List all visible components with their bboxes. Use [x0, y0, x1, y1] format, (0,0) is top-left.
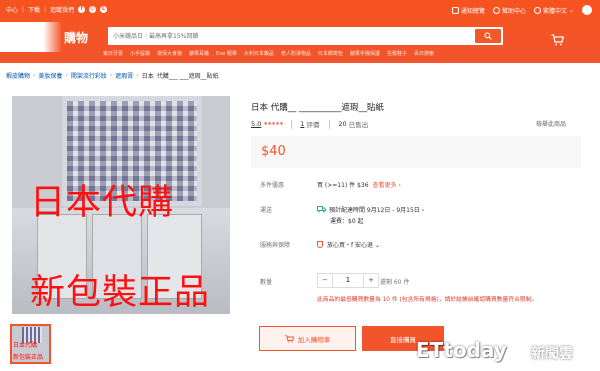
product-stats: 5.0 ★★★★★ 1 評價 20 已售出	[251, 119, 378, 129]
sold-count: 20	[338, 120, 347, 128]
facebook-icon[interactable]: f	[78, 6, 86, 13]
price-section: $40	[251, 136, 581, 168]
search-button[interactable]	[475, 29, 501, 43]
breadcrumb-item[interactable]: 遮瑕膏	[115, 71, 133, 80]
chevron-right-icon: ›	[109, 72, 113, 79]
stock-remaining: 還剩 60 件	[380, 279, 410, 286]
help-center-label: 幫助中心	[501, 7, 526, 15]
quantity-input[interactable]: 1	[333, 273, 363, 288]
topbar-link-center[interactable]: 中心	[6, 5, 18, 14]
hotword[interactable]: Eve 輕單	[216, 50, 237, 57]
service-label: 服務與保障	[260, 242, 291, 249]
hotword[interactable]: 老人防滑物品	[281, 50, 311, 57]
thumbnail-text: 日本代購	[13, 342, 38, 349]
quantity-stepper: − 1 +	[317, 273, 379, 288]
top-navbar: 中心 | 下載 | 追蹤我們 f ◎ L 通知總覽 幫助中心 繁體中文 ⌄	[0, 3, 600, 17]
promo-label: 多件優惠	[260, 182, 285, 189]
add-to-cart-label: 加入購物車	[297, 335, 331, 344]
hotword[interactable]: 環保大食物	[157, 50, 182, 57]
divider	[291, 119, 293, 129]
thumbnail-text: 新包裝正品	[13, 354, 44, 361]
line-icon[interactable]: L	[100, 6, 108, 13]
breadcrumb: 蝦皮購物 › 美妝保養 › 開架流行彩妝 › 遮瑕膏 › 日本 代購___ __…	[6, 71, 219, 80]
image-overlay-text: 新包裝正品	[30, 273, 211, 313]
product-main-image[interactable]: 日本代購 新包裝正品	[12, 96, 230, 314]
search-input[interactable]	[113, 30, 483, 42]
avatar[interactable]	[582, 5, 592, 15]
divider	[329, 119, 331, 129]
chevron-right-icon: ›	[65, 72, 68, 79]
site-logo[interactable]: 購物	[64, 29, 88, 46]
notifications-link[interactable]: 通知總覽	[451, 6, 485, 15]
hotword[interactable]: 東日牙膏	[103, 50, 123, 57]
hotword[interactable]: 蘋果手機保護	[350, 50, 380, 57]
review-label: 評價	[306, 121, 320, 129]
product-title: 日本 代購__ __________遮瑕__貼紙	[251, 103, 384, 113]
language-selector[interactable]: 繁體中文 ⌄	[533, 6, 574, 15]
shipping-fee: 運費：$0 起	[330, 218, 364, 225]
chevron-right-icon: ›	[136, 72, 139, 79]
topbar-link-follow: 追蹤我們	[50, 7, 75, 14]
hotword[interactable]: 大利日本藥品	[244, 50, 274, 57]
bulk-discount: 買 (>=11) 件 $36 查看更多 ›	[317, 180, 401, 189]
hotword[interactable]: 小手提袋	[130, 50, 150, 57]
promo-text: 買 (>=11) 件 $36	[317, 182, 369, 189]
image-overlay-text: 日本代購	[30, 183, 175, 223]
breadcrumb-item[interactable]: 美妝保養	[38, 71, 62, 80]
add-to-cart-button[interactable]: 加入購物車	[259, 326, 356, 351]
notifications-label: 通知總覽	[460, 7, 485, 15]
search-bar	[108, 27, 503, 45]
star-rating-icon: ★★★★★	[263, 121, 284, 127]
divider: |	[44, 6, 47, 13]
bell-icon	[451, 6, 459, 14]
shield-icon	[317, 241, 323, 248]
hot-keywords: 東日牙膏 小手提袋 環保大食物 蘋果耳機 Eve 輕單 大利日本藥品 老人防滑物…	[103, 50, 434, 57]
help-center-link[interactable]: 幫助中心	[492, 6, 526, 15]
quantity-label: 數量	[260, 279, 273, 286]
instagram-icon[interactable]: ◎	[89, 6, 97, 13]
breadcrumb-item[interactable]: 開架流行彩妝	[71, 71, 107, 80]
rating-value[interactable]: 5.0	[251, 120, 261, 128]
quantity-decrease-button[interactable]: −	[317, 273, 333, 288]
help-icon	[492, 6, 500, 14]
chevron-down-icon: ⌄	[568, 6, 574, 14]
quantity-increase-button[interactable]: +	[363, 273, 379, 288]
truck-icon	[317, 206, 326, 213]
minimum-quantity-warning: 此商品的最低購買數量為 10 件 (包含所有規格)，請於結帳前確認購買數量符合限…	[317, 297, 538, 303]
divider: |	[22, 6, 25, 13]
hotword[interactable]: 百日搜索	[414, 50, 434, 57]
review-count[interactable]: 1	[300, 120, 304, 128]
site-header: 中心 | 下載 | 追蹤我們 f ◎ L 通知總覽 幫助中心 繁體中文 ⌄ 購物…	[0, 0, 600, 63]
service-text: 放心買・f 安心退 ⌄	[327, 242, 380, 249]
breadcrumb-item: 日本	[141, 73, 154, 80]
watermark-logo: ETtoday	[416, 338, 507, 362]
topbar-link-download[interactable]: 下載	[28, 5, 40, 14]
sold-label: 已售出	[348, 121, 369, 129]
watermark-suffix: 新聞雲	[531, 346, 573, 362]
service-guarantee[interactable]: 放心買・f 安心退 ⌄	[317, 240, 380, 249]
product-thumbnail[interactable]: 日本代購 新包裝正品	[10, 324, 51, 364]
shipping-eta-text: 預計配達時間 9月12日 - 9月15日 ›	[329, 207, 425, 214]
shipping-eta[interactable]: 預計配達時間 9月12日 - 9月15日 ›	[317, 205, 424, 214]
logo-area[interactable]	[0, 22, 62, 52]
shipping-label: 運送	[260, 207, 273, 214]
product-price: $40	[261, 144, 286, 159]
promo-more-link[interactable]: 查看更多 ›	[373, 180, 401, 189]
add-cart-icon	[285, 334, 294, 343]
hotword[interactable]: 蘋果耳機	[189, 50, 209, 57]
cart-icon	[551, 34, 565, 46]
breadcrumb-item[interactable]: 蝦皮購物	[6, 71, 30, 80]
hotword[interactable]: 任我鞋子	[387, 50, 407, 57]
report-link[interactable]: 檢舉此商品	[536, 119, 566, 128]
globe-icon	[533, 6, 541, 14]
cart-button[interactable]	[551, 31, 565, 50]
language-label: 繁體中文	[542, 7, 567, 15]
chevron-right-icon: ›	[33, 72, 36, 79]
hotword[interactable]: 日本郵寄包	[318, 50, 343, 57]
breadcrumb-current: 代購___ ___遮瑕__貼紙	[156, 73, 219, 80]
buy-now-label: 直接購買	[390, 335, 416, 344]
search-icon	[484, 32, 492, 40]
